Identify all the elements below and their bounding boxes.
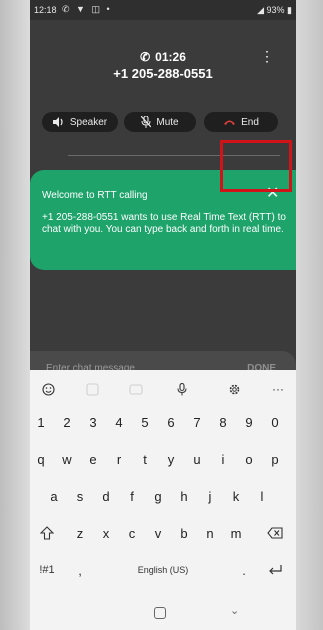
rtt-banner-body: +1 205-288-0551 wants to use Real Time T…	[42, 212, 286, 235]
end-call-button[interactable]: End	[204, 112, 278, 132]
key-4[interactable]: 4	[108, 407, 130, 437]
caller-number: +1 205-288-0551	[113, 66, 213, 81]
key-8[interactable]: 8	[212, 407, 234, 437]
comma-key[interactable]: ,	[68, 555, 92, 585]
key-j[interactable]: j	[199, 481, 221, 511]
backspace-icon	[267, 527, 283, 539]
key-x[interactable]: x	[95, 518, 117, 548]
gif-icon[interactable]	[126, 380, 146, 398]
outer-background-right	[296, 0, 323, 630]
rtt-banner-title: Welcome to RTT calling	[42, 190, 148, 201]
battery-icon: ▮	[287, 5, 292, 15]
key-9[interactable]: 9	[238, 407, 260, 437]
enter-icon	[269, 565, 282, 575]
end-call-icon	[224, 120, 236, 125]
more-tools-icon[interactable]: ···	[268, 380, 288, 398]
battery-percent: 93%	[266, 5, 285, 15]
call-screen: ✆ 01:26 +1 205-288-0551 ⋮ Speaker Mute E…	[30, 20, 296, 385]
key-n[interactable]: n	[199, 518, 221, 548]
back-chevron-icon[interactable]: ⌄	[230, 604, 239, 617]
speaker-button[interactable]: Speaker	[42, 112, 118, 132]
key-f[interactable]: f	[121, 481, 143, 511]
key-b[interactable]: b	[173, 518, 195, 548]
keyboard: ··· 1 2 3 4 5 6 7 8 9 0 q w e r t y u i …	[30, 370, 296, 630]
end-label: End	[241, 116, 259, 128]
highlight-box	[220, 140, 292, 192]
mute-mic-icon	[141, 116, 152, 128]
emoji-icon[interactable]	[38, 380, 58, 398]
settings-gear-icon[interactable]	[224, 380, 244, 398]
key-v[interactable]: v	[147, 518, 169, 548]
key-s[interactable]: s	[69, 481, 91, 511]
key-p[interactable]: p	[264, 444, 286, 474]
key-c[interactable]: c	[121, 518, 143, 548]
key-7[interactable]: 7	[186, 407, 208, 437]
period-key[interactable]: .	[232, 555, 256, 585]
key-6[interactable]: 6	[160, 407, 182, 437]
outer-background-left	[0, 0, 30, 630]
navigation-bar: ⌄	[30, 595, 296, 630]
key-g[interactable]: g	[147, 481, 169, 511]
keyboard-toolbar: ···	[30, 370, 296, 406]
voice-input-icon[interactable]	[172, 380, 192, 398]
shift-icon	[40, 526, 54, 540]
signal-icon: ◢	[257, 5, 264, 15]
key-a[interactable]: a	[43, 481, 65, 511]
more-options-icon[interactable]: ⋮	[260, 48, 274, 65]
call-timer: ✆ 01:26	[30, 50, 296, 64]
key-m[interactable]: m	[225, 518, 247, 548]
key-5[interactable]: 5	[134, 407, 156, 437]
status-bar: 12:18 ✆ ▼ ◫ • ◢ 93% ▮	[30, 0, 296, 20]
key-2[interactable]: 2	[56, 407, 78, 437]
status-time: 12:18	[34, 5, 57, 15]
speaker-label: Speaker	[69, 116, 108, 128]
shift-key[interactable]	[32, 518, 62, 548]
call-timer-text: 01:26	[155, 50, 186, 64]
symbols-key[interactable]: !#1	[32, 555, 62, 585]
key-1[interactable]: 1	[30, 407, 52, 437]
key-o[interactable]: o	[238, 444, 260, 474]
key-d[interactable]: d	[95, 481, 117, 511]
enter-key[interactable]	[260, 555, 290, 585]
mute-button[interactable]: Mute	[124, 112, 196, 132]
phone-icon: ✆	[140, 50, 151, 64]
key-q[interactable]: q	[30, 444, 52, 474]
key-w[interactable]: w	[56, 444, 78, 474]
key-r[interactable]: r	[108, 444, 130, 474]
status-right: ◢ 93% ▮	[257, 5, 292, 16]
key-3[interactable]: 3	[82, 407, 104, 437]
backspace-key[interactable]	[260, 518, 290, 548]
key-u[interactable]: u	[186, 444, 208, 474]
key-0[interactable]: 0	[264, 407, 286, 437]
key-t[interactable]: t	[134, 444, 156, 474]
mute-label: Mute	[156, 116, 179, 128]
space-key[interactable]: English (US)	[98, 555, 228, 585]
sticker-icon[interactable]	[82, 380, 102, 398]
key-z[interactable]: z	[69, 518, 91, 548]
key-y[interactable]: y	[160, 444, 182, 474]
speaker-icon	[52, 117, 63, 127]
key-l[interactable]: l	[251, 481, 273, 511]
key-h[interactable]: h	[173, 481, 195, 511]
key-k[interactable]: k	[225, 481, 247, 511]
notification-icons: ✆ ▼ ◫ •	[62, 4, 112, 14]
key-e[interactable]: e	[82, 444, 104, 474]
phone-screen: 12:18 ✆ ▼ ◫ • ◢ 93% ▮ ✆ 01:26 +1 205-288-…	[30, 0, 296, 630]
home-button-icon[interactable]	[154, 607, 166, 619]
key-i[interactable]: i	[212, 444, 234, 474]
